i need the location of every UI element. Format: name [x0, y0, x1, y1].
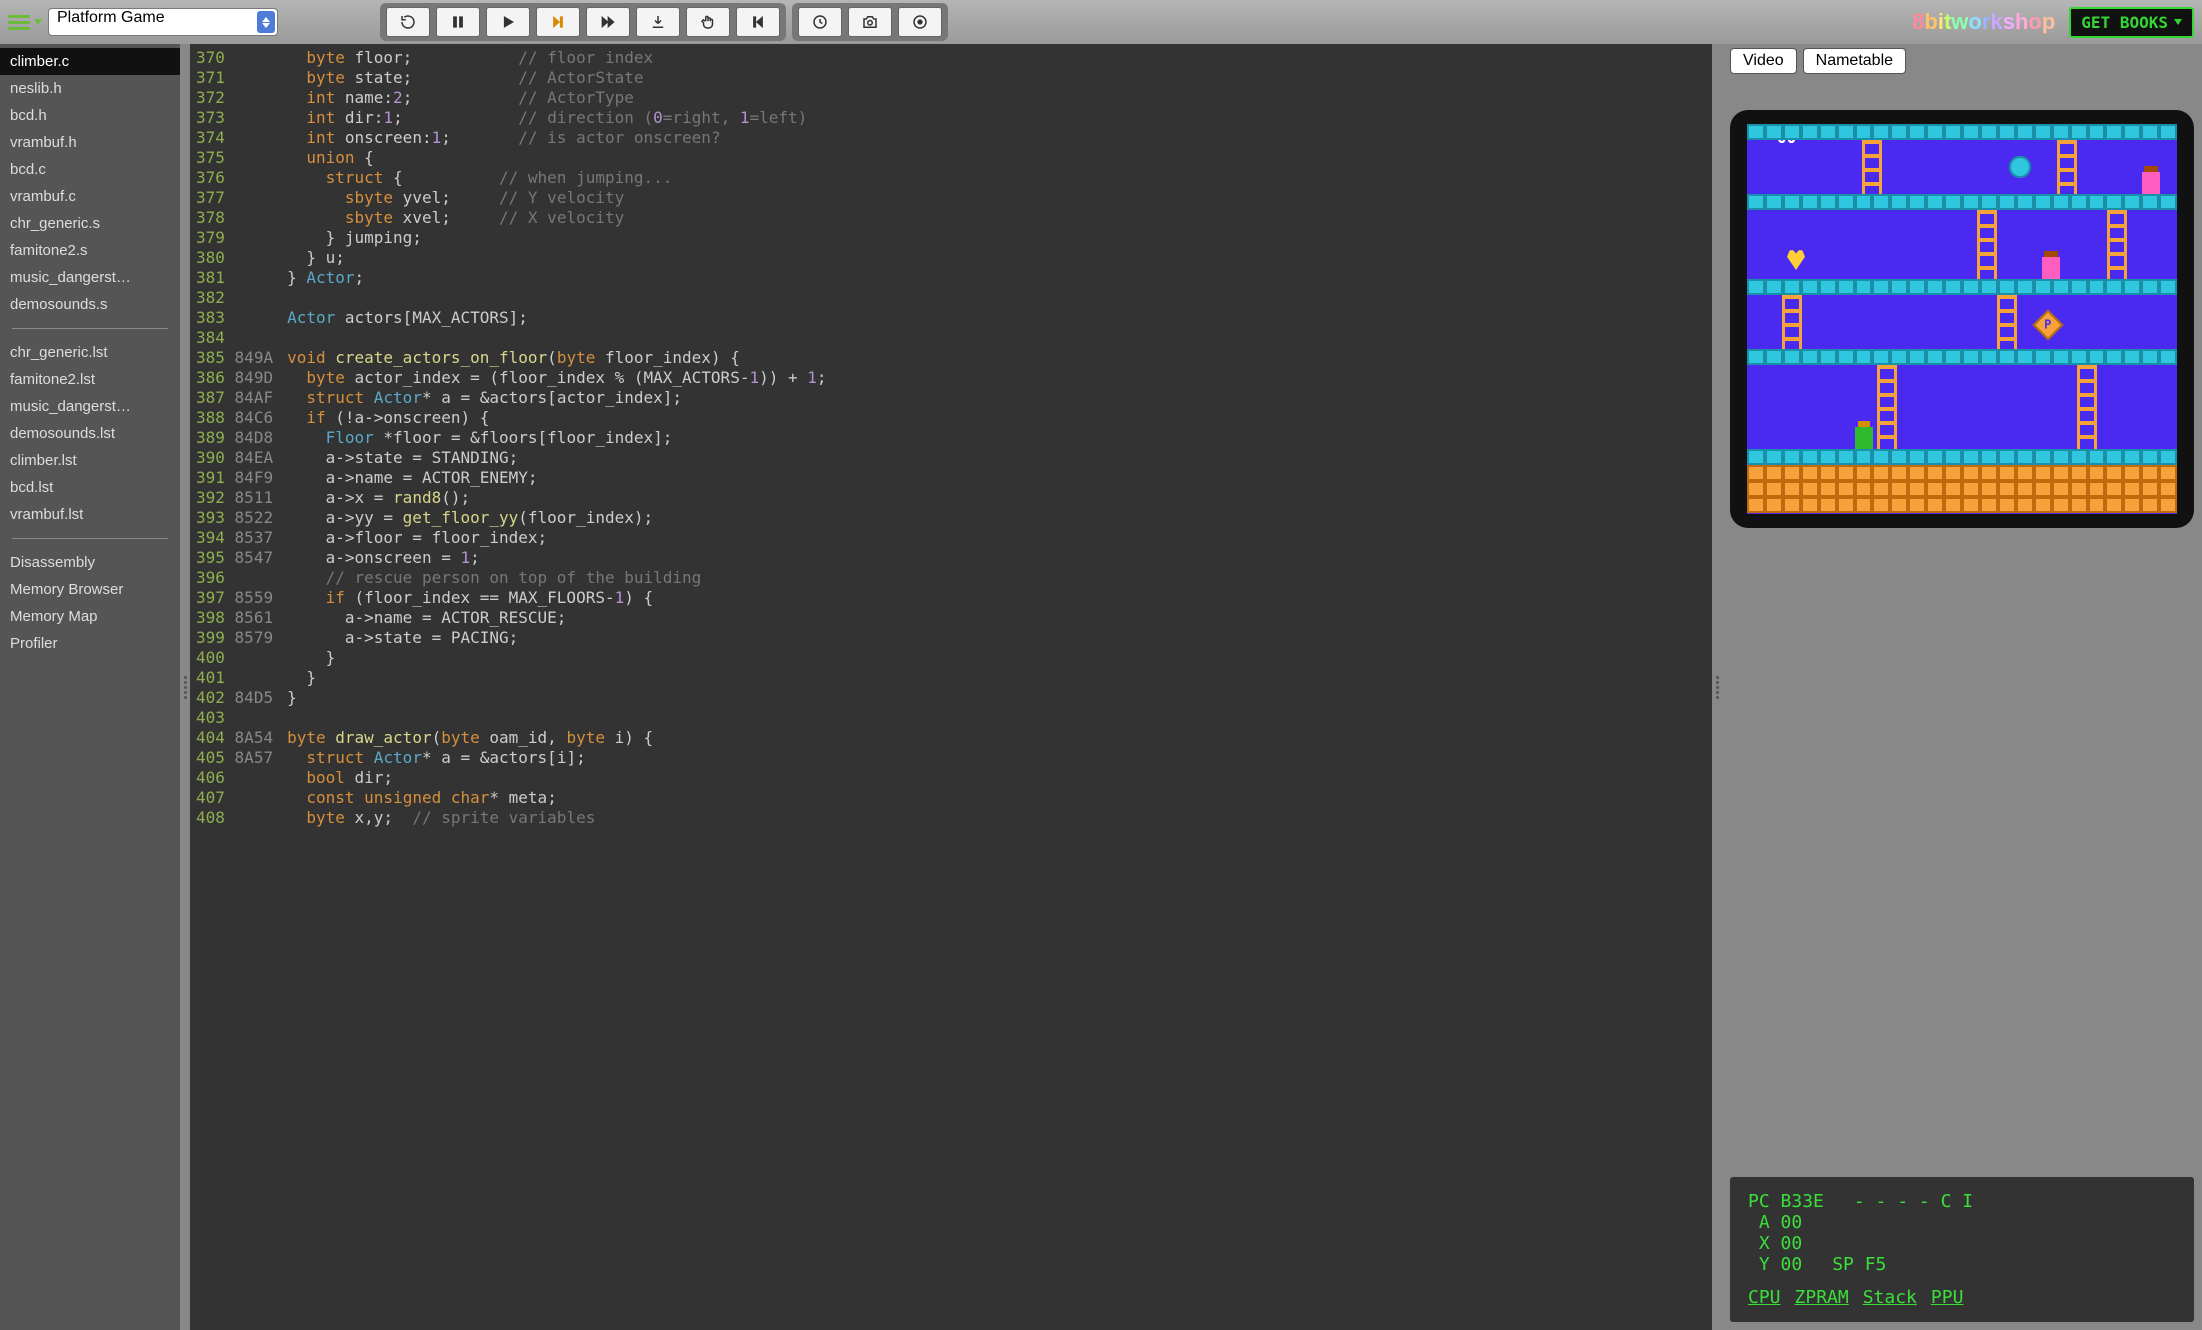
cpu-state-panel: PC B33E - - - - C I A 00 X 00 Y 00 SP F5… [1730, 1177, 2194, 1322]
camera-button[interactable] [848, 7, 892, 37]
cpu-link-stack[interactable]: Stack [1863, 1287, 1917, 1308]
sidebar-item[interactable]: climber.c [0, 48, 180, 75]
sidebar-item[interactable]: vrambuf.c [0, 183, 180, 210]
pointer-button[interactable] [686, 7, 730, 37]
sidebar-item[interactable]: chr_generic.s [0, 210, 180, 237]
run-toolbar-group [380, 3, 786, 41]
sidebar-separator [12, 328, 168, 329]
sidebar-item[interactable]: bcd.h [0, 102, 180, 129]
enemy-sprite [2042, 257, 2060, 279]
sidebar-item[interactable]: chr_generic.lst [0, 339, 180, 366]
get-books-label: GET BOOKS [2081, 13, 2168, 32]
cpu-view-links: CPU ZPRAM Stack PPU [1748, 1287, 2176, 1308]
cpu-sp: SP F5 [1832, 1254, 1886, 1275]
editor-gutter: 370 371 372 373 374 375 376 377 378 379 … [190, 44, 279, 1330]
pause-button[interactable] [436, 7, 480, 37]
sidebar-item[interactable]: music_dangerst… [0, 264, 180, 291]
file-sidebar: climber.cneslib.hbcd.hvrambuf.hbcd.cvram… [0, 44, 180, 1330]
tab-nametable[interactable]: Nametable [1803, 48, 1906, 74]
sidebar-item[interactable]: bcd.lst [0, 474, 180, 501]
enemy-sprite [2142, 172, 2160, 194]
hazard-sprite [2009, 156, 2031, 178]
sidebar-item[interactable]: demosounds.s [0, 291, 180, 318]
sidebar-separator [12, 538, 168, 539]
sidebar-item[interactable]: vrambuf.h [0, 129, 180, 156]
cpu-a: A 00 [1748, 1212, 2176, 1233]
sidebar-item[interactable]: Disassembly [0, 549, 180, 576]
reload-button[interactable] [386, 7, 430, 37]
sidebar-item[interactable]: neslib.h [0, 75, 180, 102]
sidebar-item[interactable]: famitone2.lst [0, 366, 180, 393]
sidebar-item[interactable]: Memory Map [0, 603, 180, 630]
project-select[interactable]: Platform Game [48, 8, 278, 36]
fast-forward-button[interactable] [586, 7, 630, 37]
brand-logo: 8bitworkshop [1912, 9, 2055, 35]
game-screen-frame: 00 [1730, 110, 2194, 528]
record-button[interactable] [898, 7, 942, 37]
sidebar-item[interactable]: Memory Browser [0, 576, 180, 603]
cpu-link-ppu[interactable]: PPU [1931, 1287, 1964, 1308]
download-button[interactable] [636, 7, 680, 37]
select-updown-icon [257, 11, 275, 33]
main-layout: climber.cneslib.hbcd.hvrambuf.hbcd.cvram… [0, 44, 2202, 1330]
code-editor[interactable]: 370 371 372 373 374 375 376 377 378 379 … [190, 44, 1712, 1330]
project-select-label: Platform Game [57, 9, 165, 26]
step-button[interactable] [536, 7, 580, 37]
skip-back-button[interactable] [736, 7, 780, 37]
pcoin-sprite: P [2032, 309, 2063, 340]
editor-content[interactable]: byte floor; // floor index byte state; /… [279, 44, 1712, 1330]
sidebar-item[interactable]: climber.lst [0, 447, 180, 474]
tab-video[interactable]: Video [1730, 48, 1797, 74]
emulator-tabs: Video Nametable [1730, 48, 2194, 74]
splitter-right[interactable] [1712, 44, 1722, 1330]
emulator-pane: Video Nametable 00 [1722, 44, 2202, 1330]
sidebar-item[interactable]: music_dangerst… [0, 393, 180, 420]
sidebar-item[interactable]: demosounds.lst [0, 420, 180, 447]
cpu-pc: PC B33E [1748, 1191, 1824, 1212]
menu-icon[interactable] [8, 11, 30, 33]
clock-button[interactable] [798, 7, 842, 37]
player-sprite [1855, 427, 1873, 449]
cpu-y: Y 00 [1748, 1254, 1802, 1275]
play-button[interactable] [486, 7, 530, 37]
get-books-button[interactable]: GET BOOKS [2069, 7, 2194, 38]
top-toolbar: Platform Game 8bitworkshop GET BOOKS [0, 0, 2202, 44]
sidebar-item[interactable]: Profiler [0, 630, 180, 657]
chevron-down-icon [2174, 19, 2182, 25]
game-screen[interactable]: 00 [1747, 124, 2177, 514]
cpu-x: X 00 [1748, 1233, 2176, 1254]
cpu-flags: - - - - C I [1854, 1191, 1973, 1212]
sidebar-item[interactable]: famitone2.s [0, 237, 180, 264]
cpu-link-cpu[interactable]: CPU [1748, 1287, 1781, 1308]
cpu-link-zpram[interactable]: ZPRAM [1795, 1287, 1849, 1308]
sidebar-item[interactable]: bcd.c [0, 156, 180, 183]
menu-caret-icon[interactable] [34, 19, 42, 25]
heart-sprite [1787, 248, 1805, 270]
splitter-left[interactable] [180, 44, 190, 1330]
capture-toolbar-group [792, 3, 948, 41]
sidebar-item[interactable]: vrambuf.lst [0, 501, 180, 528]
